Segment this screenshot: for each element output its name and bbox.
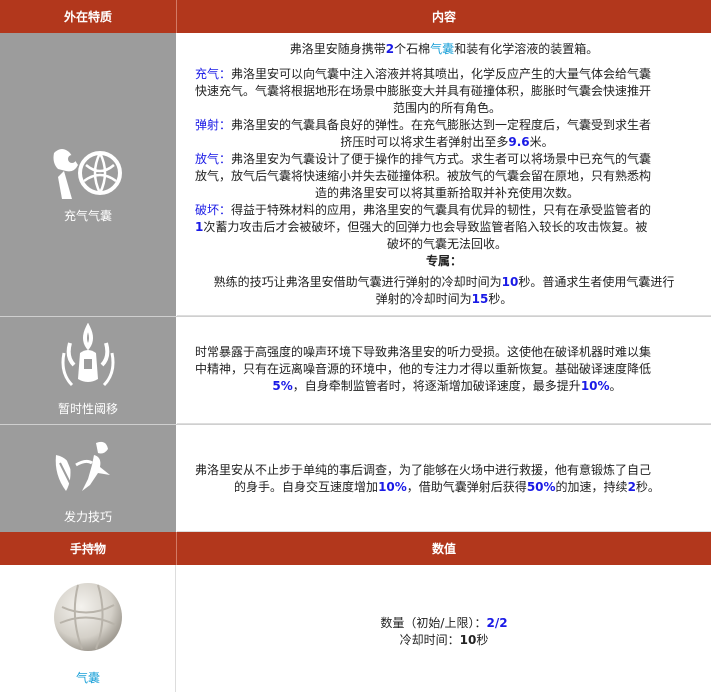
item-cell: 气囊 — [0, 565, 176, 692]
item-quantity: 数量（初始/上限）：2/2 — [380, 616, 508, 630]
trait-row-airbag: 充气气囊 弗洛里安随身携带2个石棉气囊和装有化学溶液的装置箱。 充气：弗洛里安可… — [0, 33, 711, 316]
trait-row-threshold: 暂时性阈移 时常暴露于高强度的噪声环境下导致弗洛里安的听力受损。这使他在破译机器… — [0, 317, 711, 424]
airbag-link[interactable]: 气囊 — [430, 42, 454, 56]
airbag-item-icon — [53, 583, 122, 651]
character-table: 外在特质 内容 充气气囊 弗洛里安随身携带2个石棉气囊和装有化学溶液的装置箱。 … — [0, 0, 711, 692]
trait-name-power: 发力技巧 — [63, 510, 112, 524]
trait-content: 弗洛里安随身携带2个石棉气囊和装有化学溶液的装置箱。 充气：弗洛里安可以向气囊中… — [177, 33, 711, 316]
trait-content: 时常暴露于高强度的噪声环境下导致弗洛里安的听力受损。这使他在破译机器时难以集 中… — [177, 317, 711, 424]
destroy-desc: 破坏：得益于特殊材料的应用，弗洛里安的气囊具有优异的韧性，只有在承受监管者的 1… — [195, 203, 652, 251]
trait-cell: 暂时性阈移 — [0, 317, 176, 424]
item-row-airbag: 气囊 数量（初始/上限）：2/2 冷却时间：10秒 — [0, 565, 711, 692]
special-title: 专属： — [425, 254, 462, 268]
item-cooldown: 冷却时间：10秒 — [399, 633, 489, 647]
item-table-header: 手持物 数值 — [0, 532, 711, 565]
deflate-desc: 放气：弗洛里安为气囊设计了便于操作的排气方式。求生者可以将场景中已充气的气囊 放… — [195, 152, 652, 200]
airbag-intro: 弗洛里安随身携带2个石棉气囊和装有化学溶液的装置箱。 — [289, 42, 599, 56]
power-desc: 弗洛里安从不止步于单纯的事后调查，为了能够在火场中进行救援，他有意锻炼了自己 的… — [195, 463, 660, 494]
item-values: 数量（初始/上限）：2/2 冷却时间：10秒 — [177, 565, 711, 692]
trait-row-power: 发力技巧 弗洛里安从不止步于单纯的事后调查，为了能够在火场中进行救援，他有意锻炼… — [0, 425, 711, 532]
table-header: 外在特质 内容 — [0, 0, 711, 33]
trait-cell: 发力技巧 — [0, 425, 176, 532]
trait-cell: 充气气囊 — [0, 33, 176, 316]
header-col-trait: 外在特质 — [63, 10, 112, 24]
inflate-desc: 充气：弗洛里安可以向气囊中注入溶液并将其喷出，化学反应产生的大量气体会给气囊 快… — [195, 67, 652, 115]
threshold-desc: 时常暴露于高强度的噪声环境下导致弗洛里安的听力受损。这使他在破译机器时难以集 中… — [195, 345, 652, 393]
bounce-desc: 弹射：弗洛里安的气囊具备良好的弹性。在充气膨胀达到一定程度后，气囊受到求生者 挤… — [195, 118, 652, 149]
hearing-loss-icon — [61, 323, 115, 387]
special-desc: 熟练的技巧让弗洛里安借助气囊进行弹射的冷却时间为10秒。普通求生者使用气囊进行 … — [213, 275, 675, 306]
item-name-airbag[interactable]: 气囊 — [0, 669, 176, 686]
power-technique-icon — [55, 441, 110, 491]
trait-name-airbag: 充气气囊 — [63, 209, 112, 223]
header-col-content: 内容 — [431, 10, 456, 24]
header-col-value: 数值 — [431, 542, 456, 556]
header-col-item: 手持物 — [69, 542, 106, 556]
trait-name-threshold: 暂时性阈移 — [57, 402, 118, 416]
trait-content: 弗洛里安从不止步于单纯的事后调查，为了能够在火场中进行救援，他有意锻炼了自己 的… — [177, 425, 711, 532]
airbag-trait-icon — [53, 149, 122, 199]
